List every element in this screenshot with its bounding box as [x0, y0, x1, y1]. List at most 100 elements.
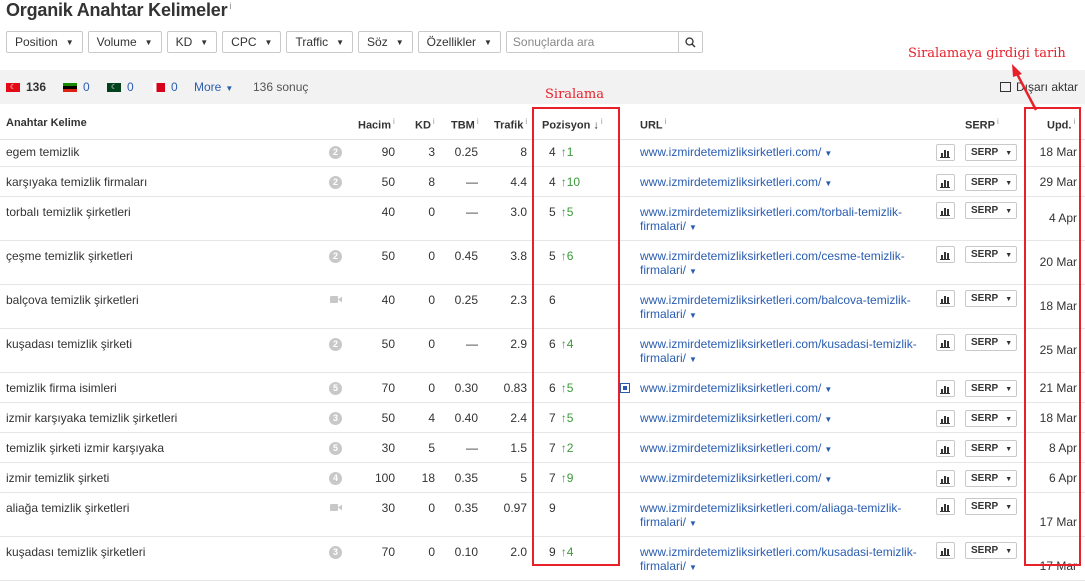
url-link[interactable]: www.izmirdetemizliksirketleri.com/torbal…: [640, 205, 902, 235]
serp-features-badge[interactable]: 4: [329, 472, 342, 485]
serp-features-badge[interactable]: 2: [329, 176, 342, 189]
col-label: SERP: [965, 119, 995, 132]
search-input[interactable]: [506, 32, 678, 52]
history-chart-button[interactable]: [936, 144, 955, 161]
serp-button[interactable]: SERP ▼: [965, 470, 1017, 487]
keyword-cell[interactable]: karşıyaka temizlik firmaları: [6, 175, 147, 189]
video-icon[interactable]: [330, 503, 342, 512]
history-chart-button[interactable]: [936, 380, 955, 397]
history-chart-button[interactable]: [936, 470, 955, 487]
url-link[interactable]: www.izmirdetemizliksirketleri.com/kusada…: [640, 545, 917, 575]
caret-down-icon[interactable]: ▼: [689, 355, 697, 364]
serp-features-badge[interactable]: 2: [329, 146, 342, 159]
serp-button[interactable]: SERP ▼: [965, 380, 1017, 397]
bar-chart-icon: [940, 416, 950, 424]
country-zm[interactable]: 0: [63, 80, 90, 94]
caret-down-icon[interactable]: ▼: [824, 179, 832, 188]
pin-icon[interactable]: [620, 383, 630, 393]
col-keyword[interactable]: Anahtar Kelime: [6, 117, 87, 129]
url-link[interactable]: www.izmirdetemizliksirketleri.com/aliaga…: [640, 501, 901, 531]
col-volume[interactable]: Hacim i: [358, 117, 395, 132]
history-chart-button[interactable]: [936, 290, 955, 307]
filter-position-button[interactable]: Position ▼: [6, 31, 83, 53]
caret-down-icon[interactable]: ▼: [689, 563, 697, 572]
caret-down-icon[interactable]: ▼: [689, 311, 697, 320]
history-chart-button[interactable]: [936, 440, 955, 457]
serp-button[interactable]: SERP ▼: [965, 410, 1017, 427]
col-kd[interactable]: KD i: [415, 117, 435, 132]
caret-down-icon[interactable]: ▼: [824, 445, 832, 454]
history-chart-button[interactable]: [936, 246, 955, 263]
search-button[interactable]: [677, 32, 702, 52]
history-chart-button[interactable]: [936, 498, 955, 515]
keyword-cell[interactable]: balçova temizlik şirketleri: [6, 293, 139, 307]
filter-cpc-button[interactable]: CPC ▼: [222, 31, 282, 53]
keyword-cell[interactable]: kuşadası temizlik şirketleri: [6, 545, 145, 559]
url-link[interactable]: www.izmirdetemizliksirketleri.com/▼: [640, 381, 832, 397]
serp-button[interactable]: SERP ▼: [965, 246, 1017, 263]
url-link[interactable]: www.izmirdetemizliksirketleri.com/balcov…: [640, 293, 911, 323]
serp-button[interactable]: SERP ▼: [965, 174, 1017, 191]
bar-chart-icon: [940, 446, 950, 454]
caret-down-icon[interactable]: ▼: [824, 475, 832, 484]
serp-features-badge[interactable]: 3: [329, 546, 342, 559]
caret-down-icon[interactable]: ▼: [689, 267, 697, 276]
keyword-cell[interactable]: çeşme temizlik şirketleri: [6, 249, 133, 263]
caret-down-icon: ▼: [1005, 150, 1013, 157]
serp-features-badge[interactable]: 3: [329, 412, 342, 425]
url-link[interactable]: www.izmirdetemizliksirketleri.com/▼: [640, 441, 832, 457]
country-tr[interactable]: ☾ 136: [6, 80, 46, 94]
country-pk[interactable]: ☾ 0: [107, 80, 134, 94]
keyword-cell[interactable]: aliağa temizlik şirketleri: [6, 501, 129, 515]
caret-down-icon[interactable]: ▼: [824, 415, 832, 424]
filter-soz-button[interactable]: Söz ▼: [358, 31, 413, 53]
serp-features-badge[interactable]: 2: [329, 338, 342, 351]
serp-button[interactable]: SERP ▼: [965, 290, 1017, 307]
filter-ozellikler-button[interactable]: Özellikler ▼: [417, 31, 501, 53]
url-link[interactable]: www.izmirdetemizliksirketleri.com/▼: [640, 471, 832, 487]
keyword-cell[interactable]: kuşadası temizlik şirketi: [6, 337, 132, 351]
filter-traffic-button[interactable]: Traffic ▼: [286, 31, 354, 53]
caret-down-icon[interactable]: ▼: [824, 385, 832, 394]
keyword-cell[interactable]: torbalı temizlik şirketleri: [6, 205, 131, 219]
serp-button[interactable]: SERP ▼: [965, 144, 1017, 161]
serp-button[interactable]: SERP ▼: [965, 202, 1017, 219]
info-icon[interactable]: i: [229, 1, 231, 11]
caret-down-icon[interactable]: ▼: [689, 223, 697, 232]
url-link[interactable]: www.izmirdetemizliksirketleri.com/kusada…: [640, 337, 917, 367]
history-chart-button[interactable]: [936, 542, 955, 559]
col-traffic[interactable]: Trafik i: [494, 117, 527, 132]
history-chart-button[interactable]: [936, 410, 955, 427]
url-link[interactable]: www.izmirdetemizliksirketleri.com/cesme-…: [640, 249, 905, 279]
col-serp[interactable]: SERP i: [965, 117, 999, 132]
serp-button[interactable]: SERP ▼: [965, 440, 1017, 457]
caret-down-icon[interactable]: ▼: [824, 149, 832, 158]
serp-button[interactable]: SERP ▼: [965, 334, 1017, 351]
history-chart-button[interactable]: [936, 174, 955, 191]
more-dropdown[interactable]: More ▼: [194, 80, 233, 94]
keyword-cell[interactable]: izmir temizlik şirketi: [6, 471, 109, 485]
serp-features-badge[interactable]: 5: [329, 442, 342, 455]
serp-features-badge[interactable]: 5: [329, 382, 342, 395]
country-other[interactable]: 0: [153, 80, 178, 94]
serp-label: SERP: [971, 501, 999, 512]
col-url[interactable]: URL i: [640, 117, 666, 132]
pakistan-flag-icon: ☾: [107, 82, 121, 92]
history-chart-button[interactable]: [936, 334, 955, 351]
keyword-cell[interactable]: temizlik firma isimleri: [6, 381, 117, 395]
keyword-cell[interactable]: temizlik şirketi izmir karşıyaka: [6, 441, 164, 455]
keyword-cell[interactable]: egem temizlik: [6, 145, 79, 159]
serp-features-badge[interactable]: 2: [329, 250, 342, 263]
serp-button[interactable]: SERP ▼: [965, 542, 1017, 559]
url-link[interactable]: www.izmirdetemizliksirketleri.com/▼: [640, 145, 832, 161]
caret-down-icon[interactable]: ▼: [689, 519, 697, 528]
url-link[interactable]: www.izmirdetemizliksirketleri.com/▼: [640, 175, 832, 191]
col-tbm[interactable]: TBM i: [451, 117, 479, 132]
video-icon[interactable]: [330, 295, 342, 304]
serp-button[interactable]: SERP ▼: [965, 498, 1017, 515]
filter-kd-button[interactable]: KD ▼: [166, 31, 218, 53]
history-chart-button[interactable]: [936, 202, 955, 219]
filter-volume-button[interactable]: Volume ▼: [87, 31, 162, 53]
keyword-cell[interactable]: izmir karşıyaka temizlik şirketleri: [6, 411, 177, 425]
url-link[interactable]: www.izmirdetemizliksirketleri.com/▼: [640, 411, 832, 427]
